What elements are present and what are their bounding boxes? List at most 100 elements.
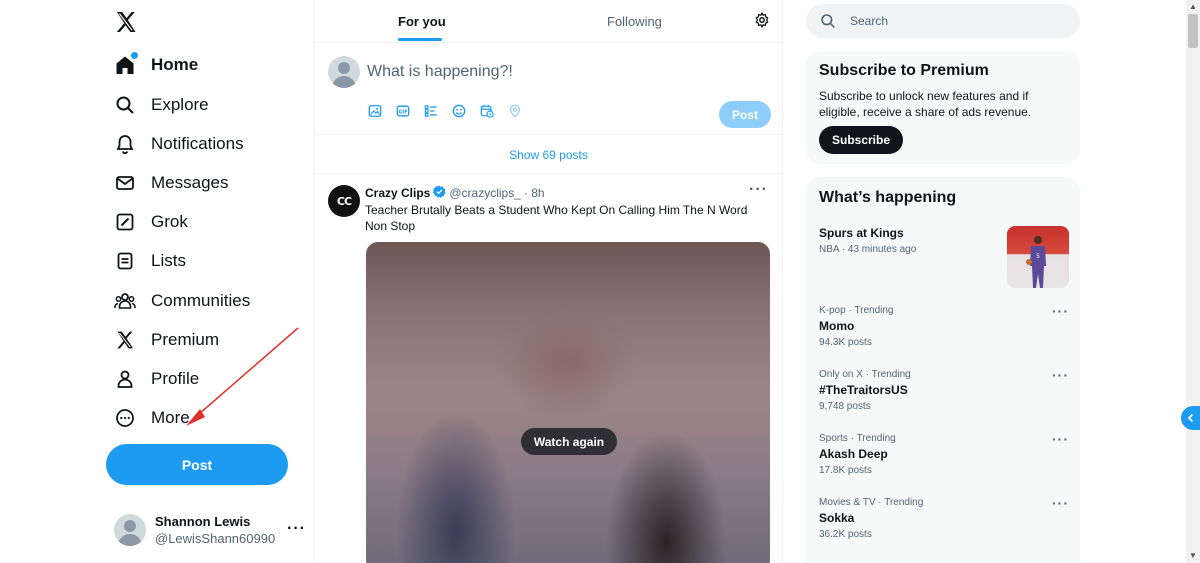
svg-text:GIF: GIF — [399, 109, 408, 115]
tweet-author-name[interactable]: Crazy Clips — [365, 186, 430, 200]
nav-item-home[interactable]: Home — [114, 45, 198, 85]
svg-text:5: 5 — [1036, 253, 1040, 260]
trend-name: #TheTraitorsUS — [819, 383, 908, 397]
tweet-timestamp[interactable]: · 8h — [524, 186, 545, 200]
trend-item[interactable]: Movies & TV · Trending Sokka 36.2K posts… — [819, 495, 1069, 547]
post-composer: What is happening?! GIF — [315, 43, 782, 135]
right-sidebar: Search Subscribe to Premium Subscribe to… — [806, 0, 1080, 563]
tab-for-you[interactable]: For you — [398, 14, 446, 29]
notification-dot — [131, 52, 138, 59]
tweet[interactable]: CC Crazy Clips @crazyclips_ · 8h ··· Tea… — [315, 175, 782, 563]
event-thumbnail: 5 — [1007, 226, 1069, 288]
event-item[interactable]: Spurs at Kings NBA · 43 minutes ago 5 — [819, 226, 1069, 288]
gear-icon[interactable] — [754, 11, 770, 33]
watch-again-button[interactable]: Watch again — [521, 428, 617, 455]
more-dots-icon[interactable]: ··· — [1052, 303, 1069, 319]
search-placeholder: Search — [850, 14, 889, 28]
trend-meta: Sports · Trending — [819, 433, 896, 444]
tab-active-indicator — [398, 38, 442, 41]
main-feed: For you Following What is happening?! GI… — [314, 0, 783, 563]
more-circle-icon — [114, 407, 136, 429]
trend-name: Sokka — [819, 511, 855, 525]
page-scrollbar[interactable]: ▲ ▼ — [1186, 0, 1200, 563]
more-dots-icon[interactable]: ··· — [1052, 431, 1069, 447]
nav-item-explore[interactable]: Explore — [114, 85, 209, 125]
nav-item-notifications[interactable]: Notifications — [114, 124, 244, 164]
account-handle: @LewisShann60990 — [155, 531, 276, 546]
composer-post-button[interactable]: Post — [719, 101, 771, 128]
emoji-icon[interactable] — [451, 103, 467, 119]
feed-tabs: For you Following — [315, 0, 782, 43]
location-icon[interactable] — [507, 103, 523, 119]
trend-count: 36.2K posts — [819, 529, 872, 540]
person-icon — [114, 368, 136, 390]
account-switcher[interactable]: Shannon Lewis @LewisShann60990 ··· — [114, 510, 306, 550]
nav-item-communities[interactable]: Communities — [114, 281, 250, 321]
more-dots-icon[interactable]: ··· — [1052, 495, 1069, 511]
trend-item[interactable]: Only on X · Trending #TheTraitorsUS 9,74… — [819, 367, 1069, 419]
trend-name: Akash Deep — [819, 447, 888, 461]
chevron-left-icon[interactable] — [1181, 406, 1200, 430]
trend-meta: Movies & TV · Trending — [819, 497, 924, 508]
x-logo-icon[interactable] — [114, 10, 138, 34]
trend-item[interactable]: Sports · Trending Akash Deep 17.8K posts… — [819, 431, 1069, 483]
avatar[interactable]: CC — [328, 185, 360, 217]
nav-item-lists[interactable]: Lists — [114, 241, 186, 281]
scroll-down-arrow-icon[interactable]: ▼ — [1189, 551, 1197, 560]
search-input[interactable]: Search — [806, 4, 1080, 38]
compose-input[interactable]: What is happening?! — [367, 57, 747, 87]
nav-item-grok[interactable]: Grok — [114, 202, 188, 242]
bell-icon — [114, 133, 136, 155]
tab-following[interactable]: Following — [607, 14, 662, 29]
tweet-video[interactable]: Watch again — [366, 242, 770, 563]
annotation-arrow-icon — [186, 327, 299, 426]
tweet-author-handle[interactable]: @crazyclips_ — [449, 186, 521, 200]
whats-happening-title: What’s happening — [819, 189, 957, 206]
tweet-header: Crazy Clips @crazyclips_ · 8h — [365, 185, 545, 201]
scroll-up-arrow-icon[interactable]: ▲ — [1189, 2, 1197, 11]
player-icon: 5 — [1026, 236, 1046, 288]
trend-count: 94.3K posts — [819, 337, 872, 348]
premium-card: Subscribe to Premium Subscribe to unlock… — [806, 51, 1080, 164]
premium-title: Subscribe to Premium — [819, 62, 989, 79]
poll-icon[interactable] — [423, 103, 439, 119]
more-dots-icon[interactable]: ··· — [1052, 367, 1069, 383]
trend-meta: Only on X · Trending — [819, 369, 911, 380]
whats-happening: What’s happening Spurs at Kings NBA · 43… — [806, 177, 1080, 563]
list-icon — [114, 250, 136, 272]
trend-item[interactable]: K-pop · Trending Momo 94.3K posts ··· — [819, 303, 1069, 355]
subscribe-button[interactable]: Subscribe — [819, 126, 904, 154]
grok-icon — [114, 211, 136, 233]
tweet-text: Teacher Brutally Beats a Student Who Kep… — [365, 203, 748, 233]
nav-label-notifications: Notifications — [151, 134, 244, 153]
more-dots-icon[interactable]: ··· — [749, 181, 768, 199]
premium-description: Subscribe to unlock new features and if … — [819, 89, 1032, 119]
more-dots-icon[interactable]: ··· — [287, 520, 306, 538]
nav-label-lists: Lists — [151, 251, 186, 270]
avatar — [328, 56, 360, 88]
envelope-icon — [114, 172, 136, 194]
image-icon[interactable] — [367, 103, 383, 119]
x-logo-icon — [114, 329, 136, 351]
scrollbar-thumb[interactable] — [1188, 14, 1198, 48]
nav-label-messages: Messages — [151, 173, 229, 192]
trend-count: 17.8K posts — [819, 465, 872, 476]
schedule-icon[interactable] — [479, 103, 495, 119]
nav-item-messages[interactable]: Messages — [114, 163, 228, 203]
nav-label-home: Home — [151, 55, 199, 74]
trend-count: 9,748 posts — [819, 401, 871, 412]
nav-label-grok: Grok — [151, 212, 188, 231]
show-new-posts[interactable]: Show 69 posts — [315, 136, 782, 174]
nav-label-communities: Communities — [151, 291, 251, 310]
search-icon — [114, 94, 136, 116]
nav-item-more[interactable]: More — [114, 398, 190, 438]
account-name: Shannon Lewis — [155, 514, 251, 529]
search-icon — [820, 13, 836, 29]
gif-icon[interactable]: GIF — [395, 103, 411, 119]
nav-label-explore: Explore — [151, 95, 209, 114]
home-icon — [114, 52, 138, 76]
verified-badge-icon — [433, 185, 447, 201]
trend-meta: K-pop · Trending — [819, 305, 894, 316]
trend-name: Momo — [819, 319, 855, 333]
post-button[interactable]: Post — [106, 444, 288, 485]
